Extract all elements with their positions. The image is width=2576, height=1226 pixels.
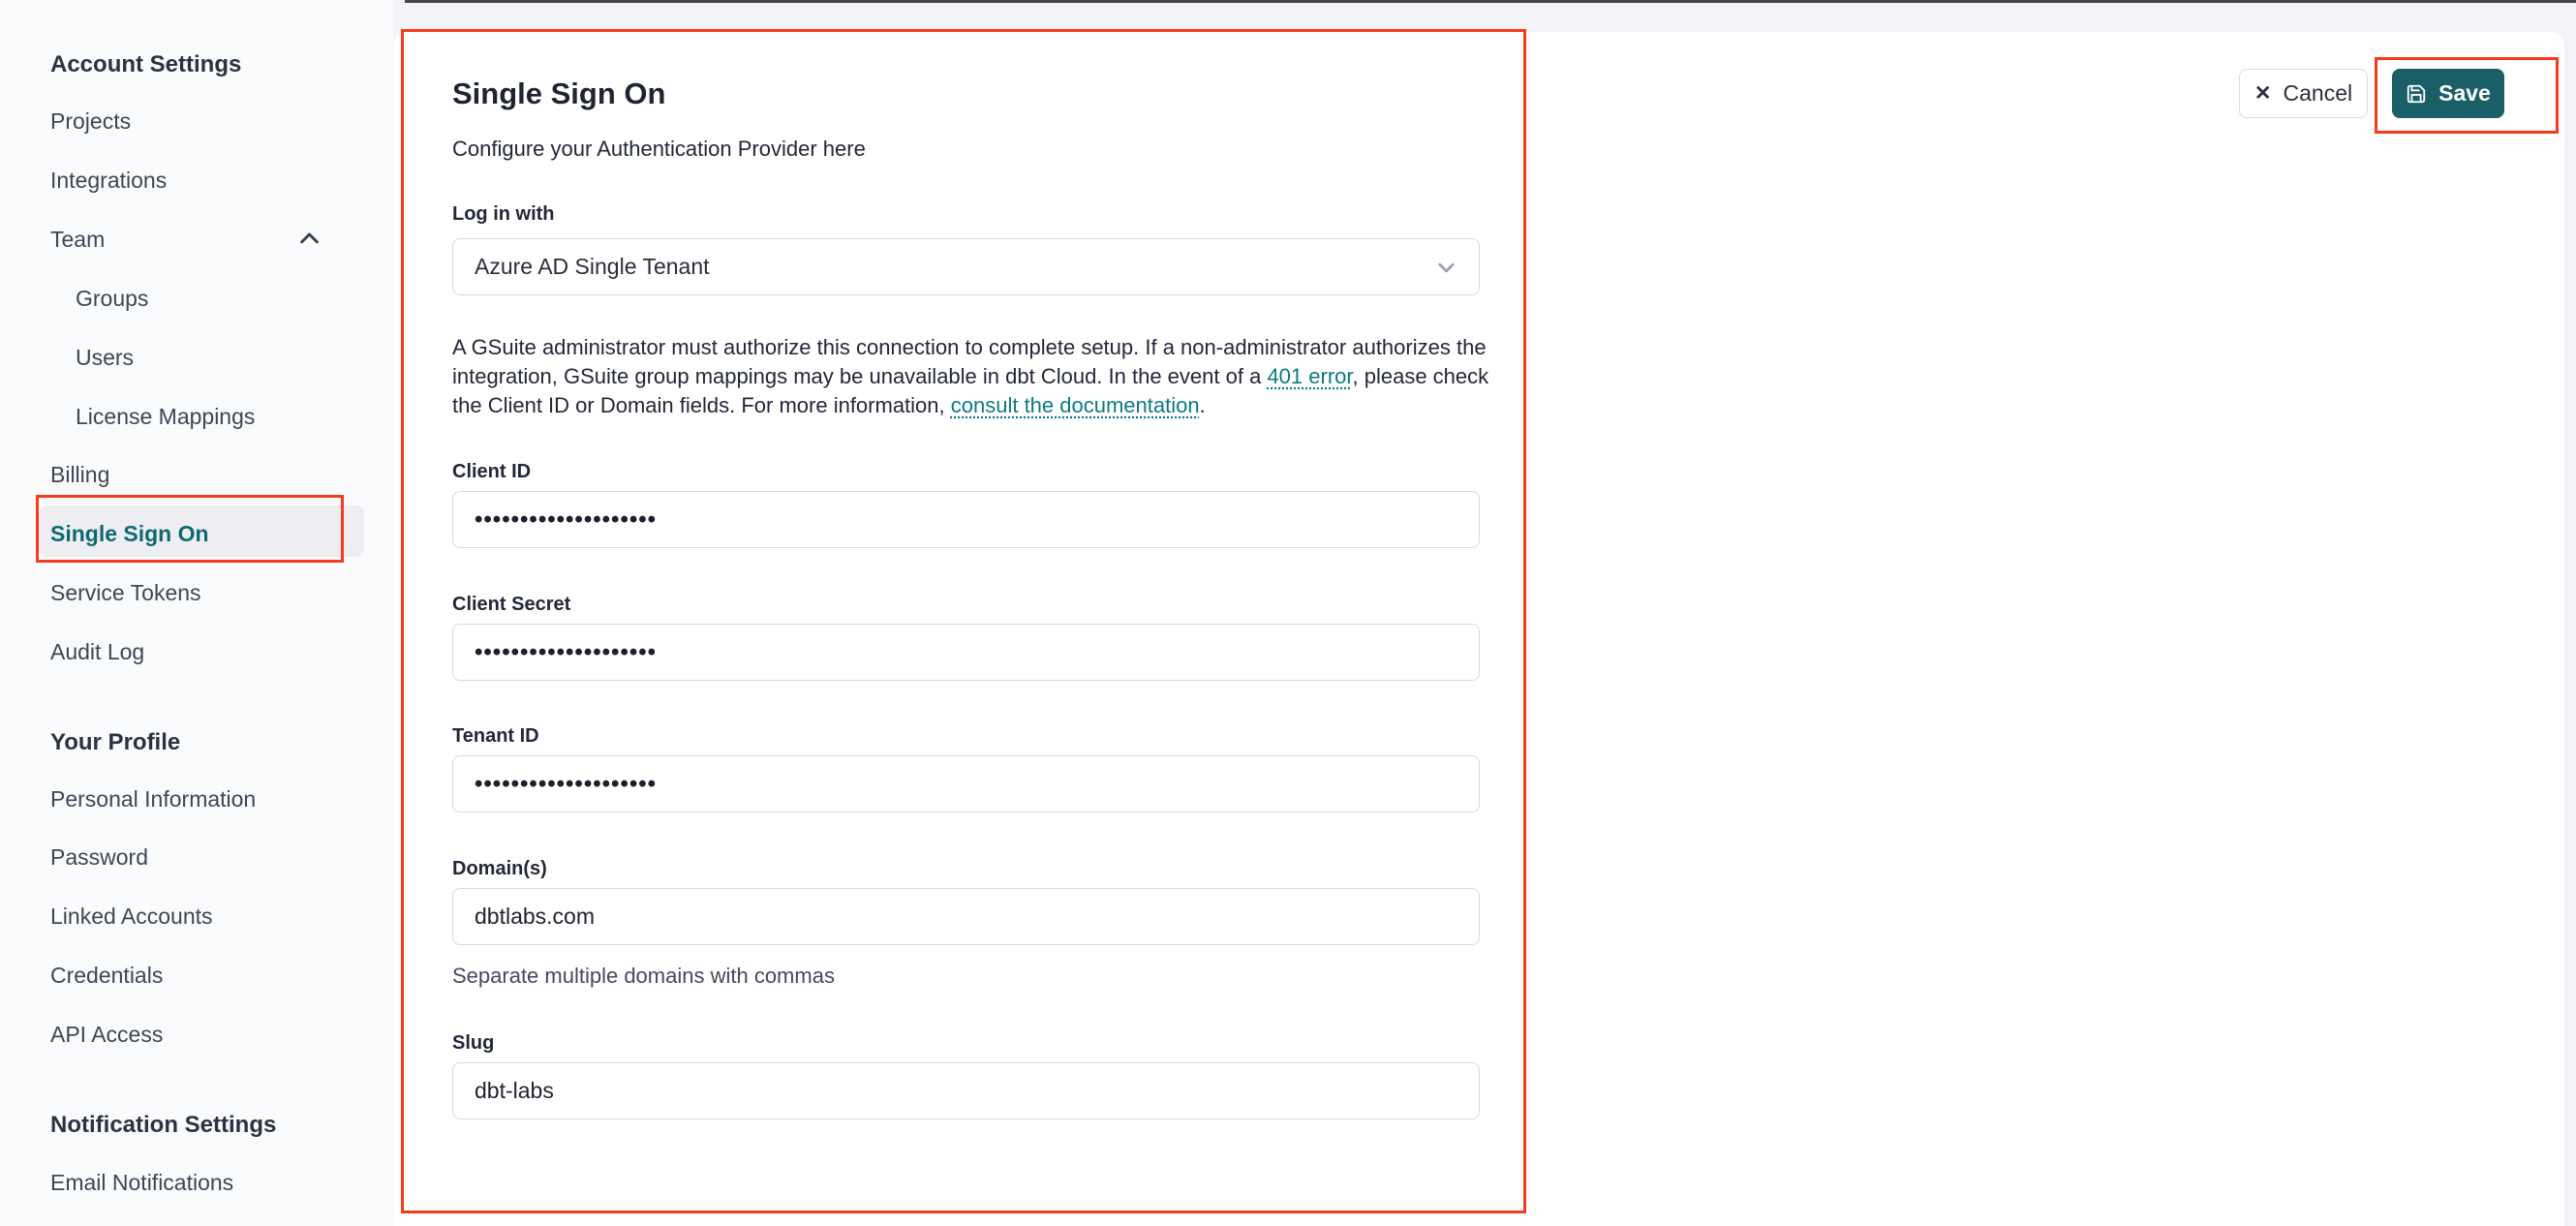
page-subtitle: Configure your Authentication Provider h… <box>452 137 866 161</box>
sidebar-item-groups[interactable]: Groups <box>76 285 148 312</box>
link-consult-documentation[interactable]: consult the documentation <box>951 393 1200 417</box>
login-with-label: Log in with <box>452 203 555 225</box>
save-button[interactable]: Save <box>2392 69 2504 118</box>
sidebar-item-linked-accounts[interactable]: Linked Accounts <box>50 903 213 930</box>
link-401-error[interactable]: 401 error <box>1267 364 1352 388</box>
chevron-down-icon <box>1433 255 1459 281</box>
tenant-id-label: Tenant ID <box>452 725 539 747</box>
auth-provider-select[interactable]: Azure AD Single Tenant <box>452 238 1480 295</box>
auth-provider-selected-value: Azure AD Single Tenant <box>475 254 710 279</box>
slug-input[interactable] <box>452 1062 1480 1119</box>
domains-label: Domain(s) <box>452 858 547 879</box>
sidebar-item-projects[interactable]: Projects <box>50 107 131 135</box>
sidebar-item-billing[interactable]: Billing <box>50 461 109 488</box>
sidebar-item-service-tokens[interactable]: Service Tokens <box>50 579 201 606</box>
sidebar-header-account-settings: Account Settings <box>50 51 242 77</box>
sidebar-item-users[interactable]: Users <box>76 344 134 371</box>
sidebar-item-license-mappings[interactable]: License Mappings <box>76 403 255 430</box>
sidebar-item-credentials[interactable]: Credentials <box>50 962 163 989</box>
save-button-label: Save <box>2438 80 2491 106</box>
sidebar-item-personal-information[interactable]: Personal Information <box>50 785 256 812</box>
close-icon: ✕ <box>2254 82 2272 105</box>
gsuite-admin-note: A GSuite administrator must authorize th… <box>452 333 1493 420</box>
domains-helper-text: Separate multiple domains with commas <box>452 964 835 988</box>
sidebar-header-your-profile: Your Profile <box>50 729 181 755</box>
sidebar-item-password[interactable]: Password <box>50 843 148 871</box>
cancel-button-label: Cancel <box>2283 80 2353 106</box>
sidebar-header-notification-settings: Notification Settings <box>50 1112 277 1138</box>
sidebar-item-single-sign-on[interactable]: Single Sign On <box>50 520 209 547</box>
client-secret-label: Client Secret <box>452 594 571 615</box>
cancel-button[interactable]: ✕ Cancel <box>2239 69 2368 118</box>
sidebar-item-integrations[interactable]: Integrations <box>50 167 167 194</box>
sidebar-item-email-notifications[interactable]: Email Notifications <box>50 1169 233 1196</box>
note-text: . <box>1199 393 1206 417</box>
sidebar-item-api-access[interactable]: API Access <box>50 1021 163 1048</box>
tenant-id-input[interactable] <box>452 755 1480 812</box>
client-secret-input[interactable] <box>452 624 1480 681</box>
client-id-label: Client ID <box>452 461 532 482</box>
sidebar: Account Settings Projects Integrations T… <box>0 0 393 1226</box>
slug-label: Slug <box>452 1032 495 1054</box>
client-id-input[interactable] <box>452 491 1480 548</box>
top-border-line <box>405 0 2576 3</box>
sidebar-item-audit-log[interactable]: Audit Log <box>50 638 144 665</box>
sidebar-item-team[interactable]: Team <box>50 226 105 253</box>
chevron-up-icon[interactable] <box>296 226 322 252</box>
page-title: Single Sign On <box>452 77 666 110</box>
save-icon <box>2406 83 2427 105</box>
domains-input[interactable] <box>452 888 1480 945</box>
